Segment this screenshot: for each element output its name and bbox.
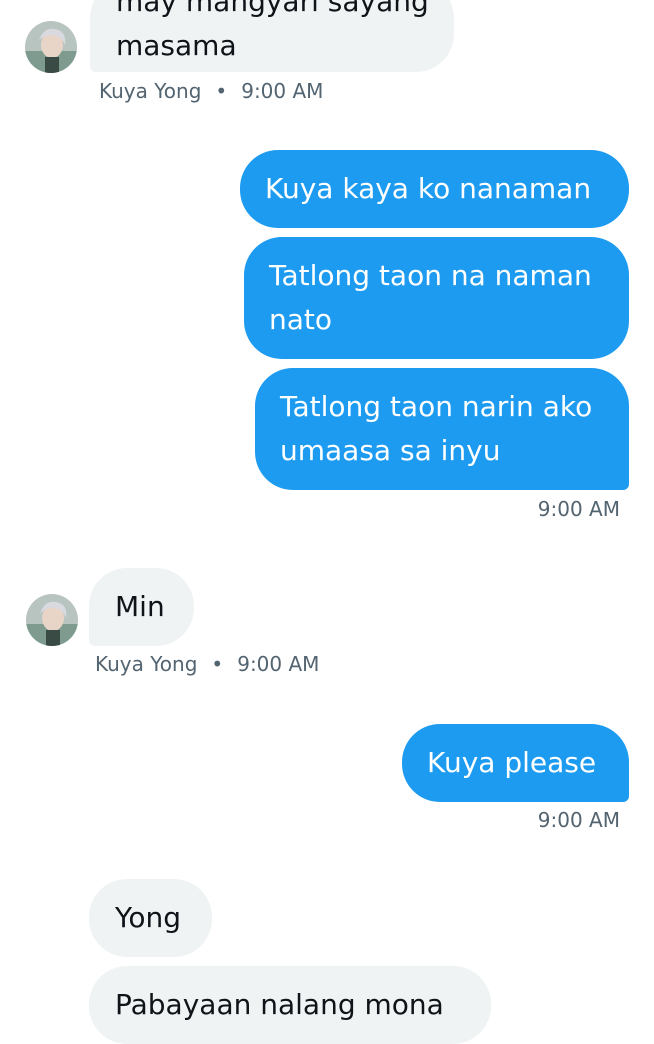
message-bubble-incoming[interactable]: may mangyari sayang masama (90, 0, 454, 72)
message-line: Kuya please (427, 746, 597, 779)
message-bubble-outgoing[interactable]: Kuya kaya ko nanaman (240, 150, 629, 228)
timestamp: 9:00 AM (537, 808, 620, 832)
timestamp: 9:00 AM (237, 652, 320, 676)
message-bubble-incoming[interactable]: Min (89, 568, 194, 646)
avatar[interactable] (25, 21, 77, 73)
message-bubble-incoming[interactable]: Yong (89, 879, 212, 957)
message-meta: Kuya Yong • 9:00 AM (99, 79, 323, 103)
message-bubble-outgoing[interactable]: Kuya please (402, 724, 629, 802)
message-line: umaasa sa inyu (280, 434, 501, 467)
separator-dot: • (211, 652, 224, 676)
message-line: Tatlong taon na naman (269, 259, 592, 292)
message-bubble-incoming[interactable]: Pabayaan nalang mona (89, 966, 491, 1044)
sender-name: Kuya Yong (99, 79, 202, 103)
message-line: Min (115, 590, 165, 623)
message-line: nato (269, 303, 333, 336)
message-line: masama (116, 29, 237, 62)
message-bubble-outgoing[interactable]: Tatlong taon na naman nato (244, 237, 629, 359)
sender-name: Kuya Yong (95, 652, 198, 676)
message-line: Pabayaan nalang mona (115, 988, 444, 1021)
message-line: Yong (115, 901, 182, 934)
avatar-icon (25, 21, 77, 73)
message-bubble-outgoing[interactable]: Tatlong taon narin ako umaasa sa inyu (255, 368, 629, 490)
message-line: Kuya kaya ko nanaman (265, 172, 592, 205)
message-line: may mangyari sayang (116, 0, 429, 18)
avatar-icon (26, 594, 78, 646)
avatar[interactable] (26, 594, 78, 646)
timestamp: 9:00 AM (537, 497, 620, 521)
message-meta: Kuya Yong • 9:00 AM (95, 652, 319, 676)
separator-dot: • (215, 79, 228, 103)
timestamp: 9:00 AM (241, 79, 324, 103)
message-line: Tatlong taon narin ako (280, 390, 593, 423)
